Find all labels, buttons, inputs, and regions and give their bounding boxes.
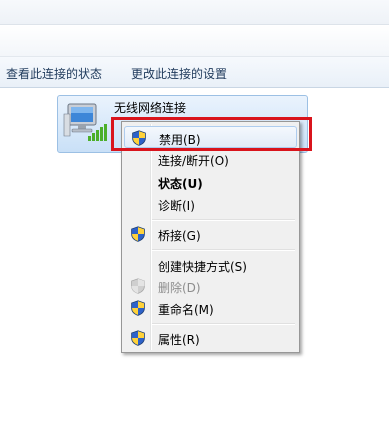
menu-item-label: 删除(D) (158, 281, 201, 295)
menu-item-label: 诊断(I) (158, 199, 195, 213)
address-bar-area (0, 25, 389, 57)
context-menu: 禁用(B) 连接/断开(O) 状态(U) 诊断(I) 桥接(G) 创建快捷方式(… (121, 121, 300, 353)
menu-item-bridge[interactable]: 桥接(G) (124, 223, 297, 245)
uac-shield-icon (130, 300, 146, 316)
uac-shield-icon (130, 226, 146, 242)
menu-item-connect-disconnect[interactable]: 连接/断开(O) (124, 148, 297, 170)
wireless-network-adapter-icon (63, 103, 107, 141)
command-toolbar: 查看此连接的状态 更改此连接的设置 (0, 57, 389, 88)
menu-separator (152, 249, 295, 251)
change-connection-settings-button[interactable]: 更改此连接的设置 (131, 65, 227, 82)
menu-item-label: 属性(R) (158, 333, 200, 347)
menu-separator (152, 323, 295, 325)
menu-item-properties[interactable]: 属性(R) (124, 327, 297, 349)
connection-name: 无线网络连接 (114, 101, 187, 115)
menu-item-diagnose[interactable]: 诊断(I) (124, 193, 297, 215)
menu-item-status[interactable]: 状态(U) (124, 171, 297, 193)
highlight-annotation-box (111, 117, 312, 151)
menu-item-create-shortcut[interactable]: 创建快捷方式(S) (124, 254, 297, 276)
menu-item-rename[interactable]: 重命名(M) (124, 297, 297, 319)
menu-item-label: 连接/断开(O) (158, 154, 229, 168)
window-title-area (0, 0, 389, 25)
view-connection-status-button[interactable]: 查看此连接的状态 (6, 65, 102, 82)
uac-shield-icon (130, 330, 146, 346)
menu-item-label: 重命名(M) (158, 303, 214, 317)
menu-item-label: 状态(U) (158, 177, 203, 191)
uac-shield-icon-disabled (130, 278, 146, 294)
menu-item-delete: 删除(D) (124, 275, 297, 297)
menu-separator (152, 219, 295, 221)
menu-item-label: 创建快捷方式(S) (158, 260, 247, 274)
menu-item-label: 桥接(G) (158, 229, 201, 243)
